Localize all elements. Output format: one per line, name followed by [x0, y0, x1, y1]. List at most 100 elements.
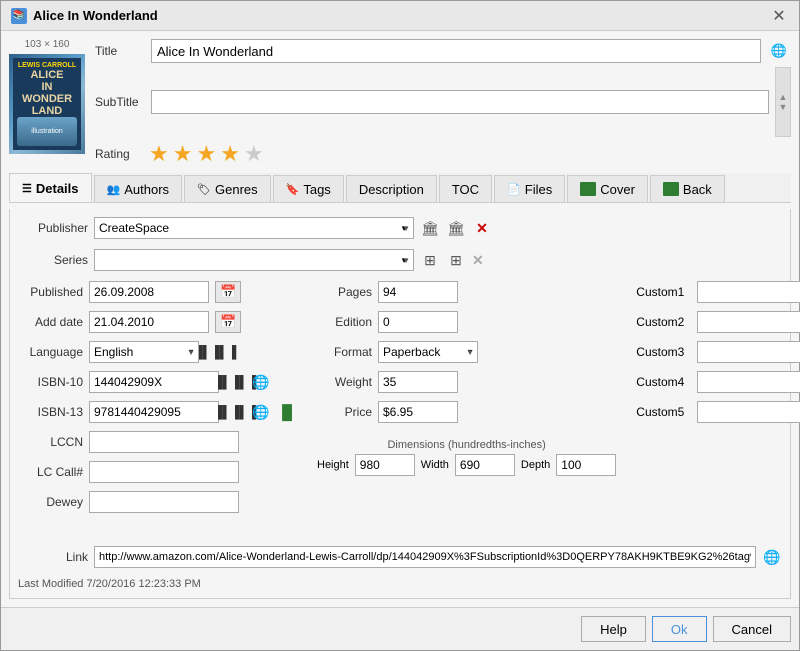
tab-genres[interactable]: 🏷 Genres: [184, 175, 271, 202]
width-input[interactable]: [455, 454, 515, 476]
link-label: Link: [18, 550, 88, 564]
star-3[interactable]: ★: [196, 141, 216, 167]
lccall-input[interactable]: [89, 461, 239, 483]
published-calendar[interactable]: 📅: [215, 281, 241, 303]
price-label: Price: [317, 405, 372, 419]
cover-tab-icon: [580, 182, 596, 196]
tab-authors[interactable]: 👥 Authors: [94, 175, 183, 202]
custom5-input[interactable]: [697, 401, 800, 423]
publisher-add-icon[interactable]: 🏛: [446, 218, 466, 238]
format-select[interactable]: Paperback: [378, 341, 478, 363]
isbn13-globe[interactable]: 🌐: [251, 402, 271, 422]
tab-toc[interactable]: TOC: [439, 175, 492, 202]
custom5-label: Custom5: [636, 405, 691, 419]
link-globe[interactable]: 🌐: [762, 547, 782, 567]
isbn10-input[interactable]: [89, 371, 219, 393]
dewey-label: Dewey: [18, 495, 83, 509]
tab-files[interactable]: 📄 Files: [494, 175, 565, 202]
language-label: Language: [18, 345, 83, 359]
custom3-input[interactable]: [697, 341, 800, 363]
custom2-row: Custom2: [636, 311, 800, 333]
star-1[interactable]: ★: [149, 141, 169, 167]
dimensions-row: Height Width Depth: [317, 454, 616, 476]
title-input[interactable]: [151, 39, 761, 63]
tab-tags[interactable]: 🔖 Tags: [273, 175, 344, 202]
star-5[interactable]: ★: [244, 141, 264, 167]
tabs: ☰ Details 👥 Authors 🏷 Genres 🔖 Tags Desc…: [9, 173, 791, 203]
titlebar-left: 📚 Alice In Wonderland: [11, 8, 158, 24]
titlebar-title: Alice In Wonderland: [33, 8, 158, 23]
price-input[interactable]: [378, 401, 458, 423]
publisher-select[interactable]: CreateSpace: [94, 217, 414, 239]
custom2-input[interactable]: [697, 311, 800, 333]
subtitle-input[interactable]: [151, 90, 769, 114]
custom5-row: Custom5: [636, 401, 800, 423]
edition-input[interactable]: [378, 311, 458, 333]
published-input[interactable]: [89, 281, 209, 303]
columns-area: Published 📅 Add date 📅 Language: [18, 281, 782, 540]
edition-row: Edition: [317, 311, 616, 333]
star-2[interactable]: ★: [173, 141, 193, 167]
isbn13-input[interactable]: [89, 401, 219, 423]
height-input[interactable]: [355, 454, 415, 476]
custom1-label: Custom1: [636, 285, 691, 299]
cover-size: 103 × 160: [25, 39, 70, 50]
series-select[interactable]: [94, 249, 414, 271]
lccall-row: LC Call#: [18, 461, 297, 483]
edition-label: Edition: [317, 315, 372, 329]
adddate-input[interactable]: [89, 311, 209, 333]
pages-row: Pages: [317, 281, 616, 303]
width-label: Width: [421, 459, 449, 471]
scroll-bar[interactable]: ▲▼: [775, 67, 791, 137]
custom4-label: Custom4: [636, 375, 691, 389]
tab-cover[interactable]: Cover: [567, 175, 648, 202]
adddate-calendar[interactable]: 📅: [215, 311, 241, 333]
app-icon: 📚: [11, 8, 27, 24]
language-select[interactable]: English: [89, 341, 199, 363]
series-label: Series: [18, 253, 88, 267]
custom1-input[interactable]: [697, 281, 800, 303]
format-label: Format: [317, 345, 372, 359]
rating-label: Rating: [95, 147, 145, 161]
isbn13-barcode[interactable]: ▐▌▐▌▐: [225, 402, 245, 422]
tab-details[interactable]: ☰ Details: [9, 173, 92, 202]
dewey-input[interactable]: [89, 491, 239, 513]
depth-label: Depth: [521, 459, 550, 471]
titlebar: 📚 Alice In Wonderland ✕: [1, 1, 799, 31]
custom2-label: Custom2: [636, 315, 691, 329]
publisher-list-icon[interactable]: 🏛: [420, 218, 440, 238]
ok-button[interactable]: Ok: [652, 616, 707, 642]
depth-input[interactable]: [556, 454, 616, 476]
back-tab-icon: [663, 182, 679, 196]
lccn-input[interactable]: [89, 431, 239, 453]
weight-label: Weight: [317, 375, 372, 389]
subtitle-label: SubTitle: [95, 95, 145, 109]
isbn10-label: ISBN-10: [18, 375, 83, 389]
weight-row: Weight: [317, 371, 616, 393]
isbn10-barcode[interactable]: ▐▌▐▌▐: [225, 372, 245, 392]
pages-input[interactable]: [378, 281, 458, 303]
series-icon1[interactable]: ⊞: [420, 250, 440, 270]
weight-input[interactable]: [378, 371, 458, 393]
pages-label: Pages: [317, 285, 372, 299]
isbn13-extra[interactable]: ▐▌: [277, 402, 297, 422]
publisher-clear-button[interactable]: ✕: [472, 218, 492, 238]
star-4[interactable]: ★: [220, 141, 240, 167]
tab-back[interactable]: Back: [650, 175, 725, 202]
close-button[interactable]: ✕: [769, 6, 789, 26]
price-row: Price: [317, 401, 616, 423]
adddate-label: Add date: [18, 315, 83, 329]
isbn10-globe[interactable]: 🌐: [251, 372, 271, 392]
series-icon2[interactable]: ⊞: [446, 250, 466, 270]
custom1-row: Custom1: [636, 281, 800, 303]
help-button[interactable]: Help: [581, 616, 646, 642]
cancel-button[interactable]: Cancel: [713, 616, 791, 642]
last-modified: Last Modified 7/20/2016 12:23:33 PM: [18, 578, 782, 590]
series-clear[interactable]: ✕: [472, 252, 484, 269]
title-globe-button[interactable]: 🌐: [767, 39, 791, 63]
subtitle-row: SubTitle ▲▼: [95, 67, 791, 137]
link-input[interactable]: [94, 546, 756, 568]
language-barcode[interactable]: ▐▌▐▌▐: [205, 342, 225, 362]
custom4-input[interactable]: [697, 371, 800, 393]
tab-description[interactable]: Description: [346, 175, 437, 202]
